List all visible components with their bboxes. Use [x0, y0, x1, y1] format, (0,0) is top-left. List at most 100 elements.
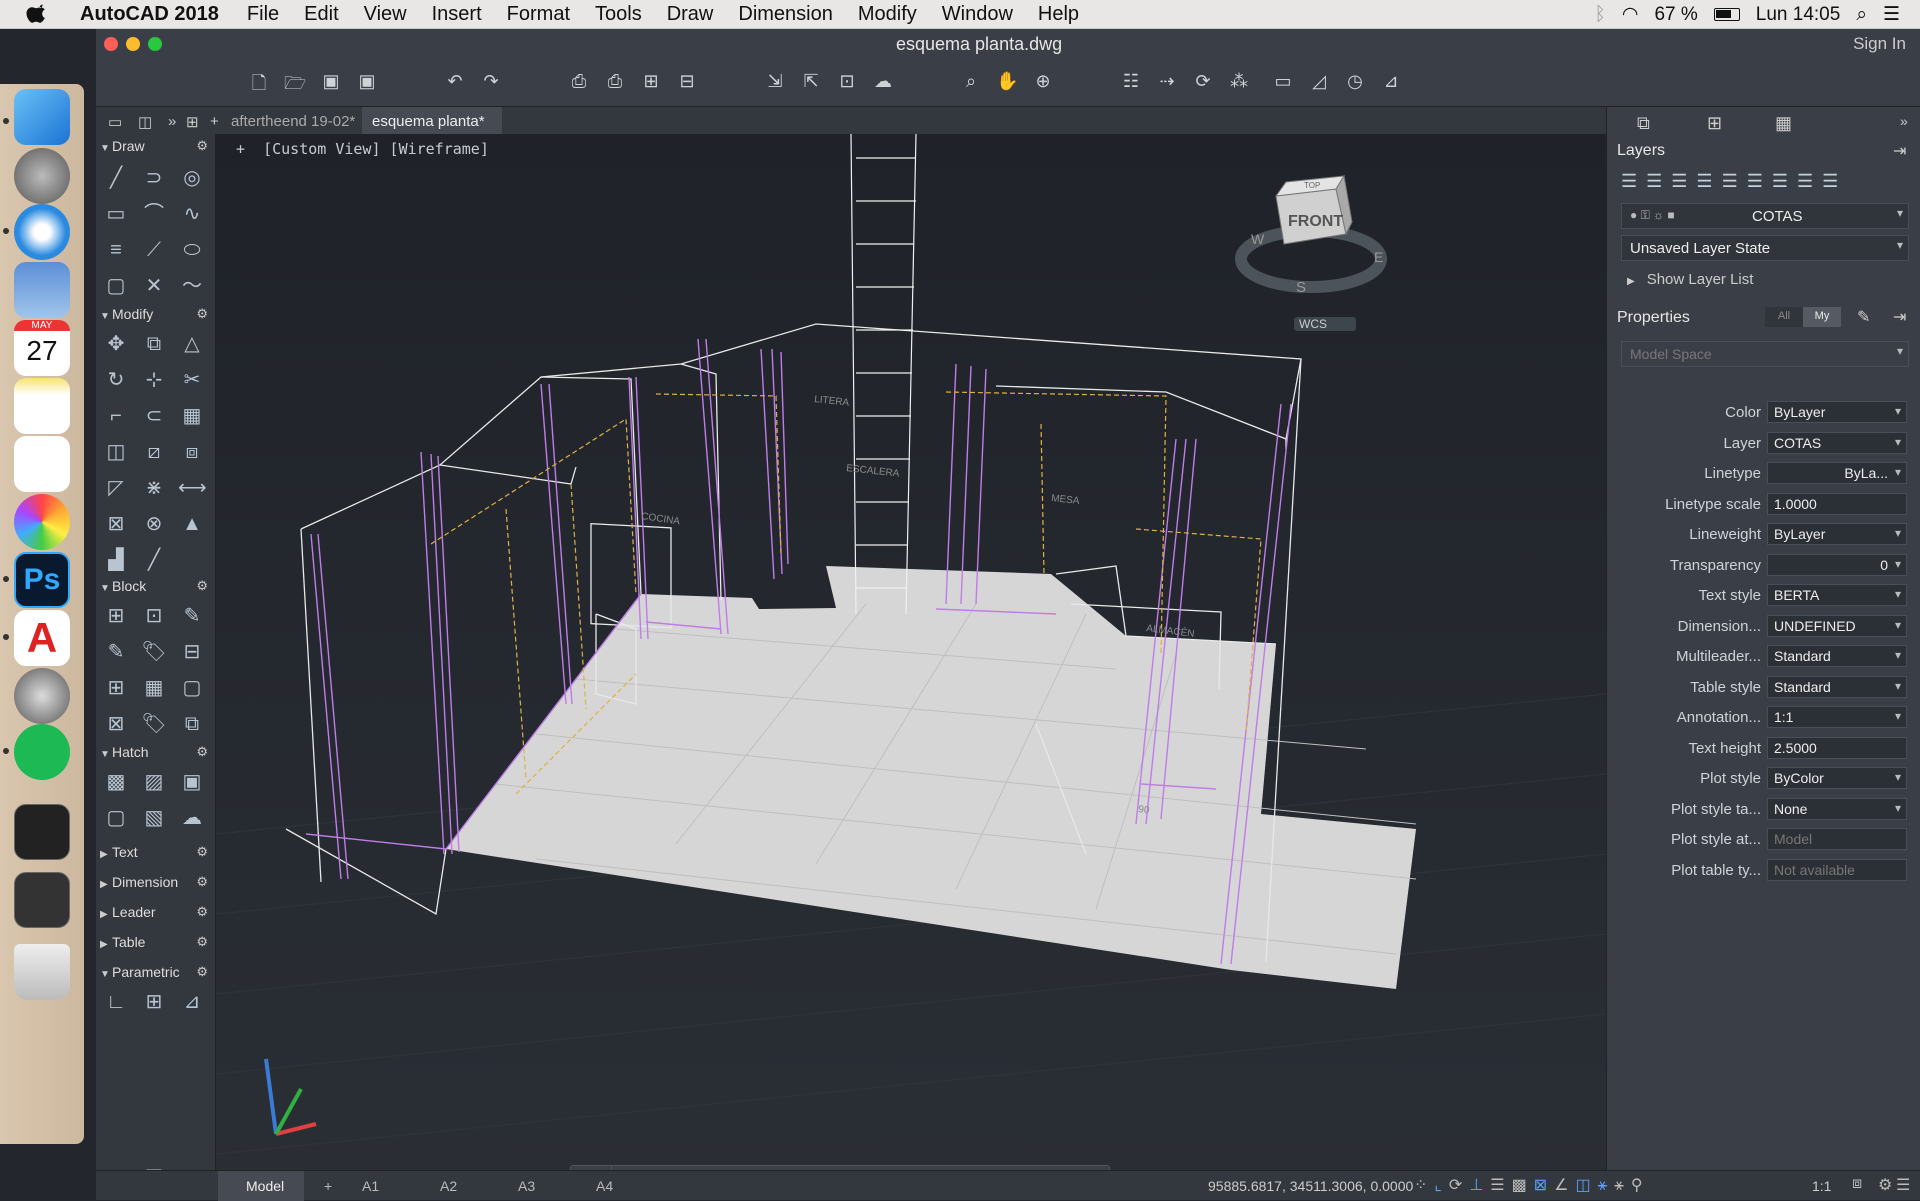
property-value[interactable]: ByLayer [1767, 401, 1907, 423]
share-icon[interactable]: ⊡ [836, 71, 858, 93]
layer-state-icon[interactable]: ☰ [1671, 171, 1696, 191]
annotation-visibility-icon[interactable]: ⚹ [1598, 1177, 1615, 1194]
property-value[interactable]: BERTA [1767, 584, 1907, 606]
rotate-tool-icon[interactable]: ↻ [102, 366, 130, 394]
measure-radius-icon[interactable]: ⊿ [1380, 71, 1402, 93]
layout-tab-model[interactable]: Model [218, 1171, 304, 1201]
save-icon[interactable]: ▣ [320, 71, 342, 93]
menu-window[interactable]: Window [942, 3, 1013, 26]
layer-on-icon[interactable]: ● ⚿ ☼ ■ [1630, 208, 1675, 223]
spotify-icon[interactable] [14, 724, 70, 780]
battery-icon[interactable] [1713, 8, 1740, 21]
app-name-menu[interactable]: AutoCAD 2018 [80, 3, 219, 26]
fillet-tool-icon[interactable]: ⌐ [102, 402, 130, 430]
property-value[interactable]: 1:1 [1767, 706, 1907, 728]
workspace-icon[interactable]: ⧈ [1852, 1175, 1862, 1193]
clock[interactable]: Lun 14:05 [1756, 4, 1841, 26]
space-dropdown[interactable]: Model Space [1621, 341, 1909, 367]
viewcube[interactable]: FRONT TOP W E S [1235, 174, 1387, 296]
lineweight-toggle-icon[interactable]: ◫ [1575, 1177, 1597, 1194]
hatch-icon[interactable]: ▩ [102, 768, 130, 796]
menu-modify[interactable]: Modify [858, 3, 917, 26]
osnap-toggle-icon[interactable]: ⊠ [1534, 1177, 1554, 1194]
save-as-icon[interactable]: ▣ [356, 71, 378, 93]
dimensional-constraint-icon[interactable]: ⊿ [178, 988, 206, 1016]
break-tool-icon[interactable]: ⋇ [140, 474, 168, 502]
property-value[interactable]: ByColor [1767, 767, 1907, 789]
auto-scale-icon[interactable]: ⚹ [1614, 1177, 1631, 1194]
gear-icon[interactable]: ⚙ [196, 844, 208, 860]
property-value[interactable]: Standard [1767, 675, 1907, 698]
layout-tab-a1[interactable]: A1 [350, 1171, 391, 1201]
minimized-window-thumbnail[interactable] [14, 804, 70, 860]
create-block-icon[interactable]: ⊡ [140, 602, 168, 630]
layers-tab-icon[interactable]: ⧉ [1637, 113, 1650, 134]
section-dimension[interactable]: ▶ Dimension ⚙ [100, 874, 212, 894]
trim-tool-icon[interactable]: ✂ [178, 366, 206, 394]
polyline-tool-icon[interactable]: ⊃ [140, 164, 168, 192]
zoom-icon[interactable]: ⌕ [960, 71, 982, 93]
menu-tools[interactable]: Tools [595, 3, 642, 26]
launchpad-icon[interactable] [14, 148, 70, 204]
drawing-canvas[interactable]: COCINA LITERA ESCALERA MESA ALMACÉN 90 F… [216, 134, 1606, 1200]
block-palette-icon[interactable]: ▢ [178, 674, 206, 702]
chamfer-tool-icon[interactable]: ◸ [102, 474, 130, 502]
region-tool-icon[interactable]: ▢ [102, 272, 130, 300]
property-value[interactable]: Model [1767, 828, 1907, 850]
section-block[interactable]: ▼ Block ⚙ [100, 578, 212, 598]
geometric-constraint-icon[interactable]: ∟ [102, 988, 130, 1016]
undo-icon[interactable]: ↶ [444, 71, 466, 93]
block-editor-icon[interactable]: ⊞ [102, 674, 130, 702]
gear-icon[interactable]: ⚙ [196, 578, 208, 594]
line-tool-icon[interactable]: ╱ [102, 164, 130, 192]
section-text[interactable]: ▶ Text ⚙ [100, 844, 212, 864]
drawing-viewport[interactable]: + [Custom View] [Wireframe] COCINA LITER… [216, 134, 1606, 1200]
photos-icon[interactable] [14, 494, 70, 550]
menu-draw[interactable]: Draw [667, 3, 714, 26]
finder-icon[interactable] [14, 89, 70, 145]
table-block-icon[interactable]: ▦ [140, 674, 168, 702]
sync-attributes-icon[interactable]: 🏷 [140, 710, 168, 738]
gear-icon[interactable]: ⚙ [196, 904, 208, 920]
layer-match-icon[interactable]: ☰ [1696, 171, 1721, 191]
blocks-tab-icon[interactable]: ⊞ [1707, 113, 1722, 134]
import-icon[interactable]: ⇲ [764, 71, 786, 93]
menu-insert[interactable]: Insert [432, 3, 482, 26]
compass-east[interactable]: E [1374, 249, 1383, 265]
new-file-icon[interactable]: 🗋 [248, 71, 270, 93]
menu-view[interactable]: View [364, 3, 407, 26]
annotation-scale[interactable]: 1:1 [1812, 1178, 1831, 1194]
property-value[interactable]: UNDEFINED [1767, 614, 1907, 637]
section-parametric[interactable]: ▼ Parametric ⚙ [100, 964, 212, 984]
property-value[interactable]: None [1767, 797, 1907, 820]
menu-help[interactable]: Help [1038, 3, 1079, 26]
otrack-toggle-icon[interactable]: ∠ [1554, 1177, 1575, 1194]
property-value[interactable]: 0 [1767, 553, 1907, 576]
revision-cloud-icon[interactable]: ☁ [178, 804, 206, 832]
current-layer-dropdown[interactable]: ● ⚿ ☼ ■ COTAS [1621, 203, 1909, 229]
publish-icon[interactable]: ⊟ [676, 71, 698, 93]
notification-center-icon[interactable]: ☰ [1883, 3, 1900, 26]
stretch-tool-icon[interactable]: ⧄ [140, 438, 168, 466]
arc-tool-icon[interactable]: ⌒ [140, 200, 168, 228]
property-value[interactable]: Standard [1767, 645, 1907, 667]
minimize-window-button[interactable] [126, 37, 140, 51]
zoom-window-button[interactable] [148, 37, 162, 51]
sign-in-button[interactable]: Sign In [1853, 34, 1906, 54]
mirror-tool-icon[interactable]: △ [178, 330, 206, 358]
spotlight-search-icon[interactable]: ⌕ [1856, 4, 1867, 26]
edit-polyline-tool-icon[interactable]: ╱ [140, 546, 168, 574]
attribute-extract-icon[interactable]: ⧉ [178, 710, 206, 738]
minimized-window-thumbnail[interactable] [14, 872, 70, 928]
copy-tool-icon[interactable]: ⧉ [140, 330, 168, 358]
section-draw[interactable]: ▼ Draw ⚙ [100, 138, 212, 158]
layout-tab-a2[interactable]: A2 [428, 1171, 469, 1201]
notes-icon[interactable] [14, 378, 70, 434]
gear-icon[interactable]: ⚙ [196, 964, 208, 980]
bluetooth-icon[interactable]: ᛒ [1594, 4, 1605, 26]
gear-icon[interactable]: ⚙ [196, 874, 208, 890]
preview-icon[interactable] [14, 262, 70, 318]
menu-file[interactable]: File [247, 3, 279, 26]
erase-tool-icon[interactable]: ⊗ [140, 510, 168, 538]
infer-toggle-icon[interactable]: ⟳ [1449, 1177, 1469, 1194]
